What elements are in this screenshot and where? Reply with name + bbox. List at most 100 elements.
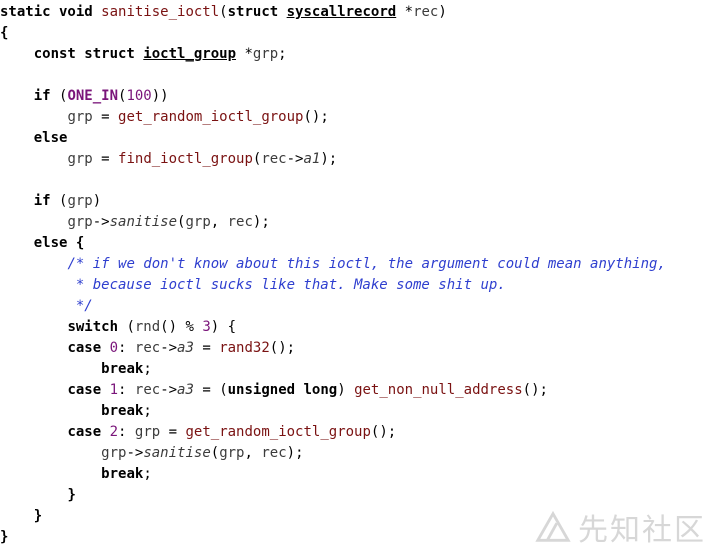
code-token: grp (67, 151, 93, 167)
code-token: if (33, 88, 51, 104)
code-token: -> (92, 214, 110, 230)
code-token: grp (185, 214, 211, 230)
code-line: if (grp) (0, 191, 720, 212)
code-token: { (0, 25, 9, 41)
code-token: ( (210, 445, 220, 461)
code-line: } (0, 485, 720, 506)
code-line: const struct ioctl_group *grp; (0, 44, 720, 65)
code-token: */ (75, 298, 93, 314)
xianzhi-logo-icon (535, 510, 571, 542)
code-line: else (0, 128, 720, 149)
code-token: grp (134, 424, 161, 440)
code-token: rec (261, 151, 287, 167)
code-line: * because ioctl sucks like that. Make so… (0, 275, 720, 296)
code-line: case 0: rec->a3 = rand32(); (0, 338, 720, 359)
code-token: ; (278, 46, 287, 62)
code-token: break (101, 466, 144, 482)
code-line: grp = find_ioctl_group(rec->a1); (0, 149, 720, 170)
code-line: switch (rnd() % 3) { (0, 317, 720, 338)
code-line: /* if we don't know about this ioctl, th… (0, 254, 720, 275)
code-token: rec (261, 445, 287, 461)
code-token: rec (413, 4, 439, 20)
code-token: grp (252, 46, 279, 62)
code-token: unsigned long (227, 382, 338, 398)
code-token: (); (370, 424, 397, 440)
code-token: ) (438, 4, 447, 20)
code-token: (); (269, 340, 296, 356)
code-token: ) (92, 193, 102, 209)
code-token: case (67, 340, 102, 356)
code-token: : (118, 340, 135, 356)
code-token: -> (126, 445, 144, 461)
code-token: * (236, 46, 253, 62)
code-token: get_non_null_address (354, 382, 523, 398)
code-token: grp (67, 109, 93, 125)
code-token: get_random_ioctl_group (185, 424, 371, 440)
code-token: * because ioctl sucks like that. Make so… (75, 277, 506, 293)
code-token: (); (522, 382, 548, 398)
code-line: break; (0, 401, 720, 422)
code-token: = (160, 424, 186, 440)
code-token: break (101, 361, 144, 377)
code-token: ( (118, 319, 135, 335)
code-token: a1 (303, 151, 321, 167)
code-token: break (101, 403, 144, 419)
code-token: : (118, 424, 135, 440)
code-token: ; (143, 403, 152, 419)
code-token: sanitise (143, 445, 211, 461)
code-token: rec (134, 382, 161, 398)
code-token: -> (286, 151, 304, 167)
code-token: 0 (109, 340, 119, 356)
code-block: static void sanitise_ioctl(struct syscal… (0, 2, 720, 548)
code-token: get_random_ioctl_group (118, 109, 304, 125)
code-token: ONE_IN (67, 88, 119, 104)
code-token: : (118, 382, 135, 398)
code-token: , (244, 445, 262, 461)
code-token: const struct (33, 46, 144, 62)
code-token: 3 (202, 319, 211, 335)
code-token: a3 (177, 340, 194, 356)
code-token: -> (160, 340, 178, 356)
code-token: -> (160, 382, 178, 398)
code-token: if (33, 193, 51, 209)
code-token: { (67, 235, 85, 251)
code-token: rand32 (219, 340, 270, 356)
code-token: } (33, 508, 43, 524)
code-token: grp (67, 193, 93, 209)
code-token: sanitise (109, 214, 178, 230)
code-token: ( (219, 4, 228, 20)
code-token: grp (219, 445, 245, 461)
code-token: rnd (134, 319, 161, 335)
code-token: /* if we don't know about this ioctl, th… (67, 256, 666, 272)
code-token: static void (0, 4, 102, 20)
code-token: case (67, 382, 102, 398)
code-token: )) (151, 88, 169, 104)
code-line: { (0, 23, 720, 44)
code-token: = ( (193, 382, 228, 398)
code-token: ioctl_group (143, 46, 237, 62)
code-token: ); (286, 445, 304, 461)
code-token: syscallrecord (286, 4, 397, 20)
code-token: switch (67, 319, 119, 335)
code-token: rec (227, 214, 253, 230)
code-token: ) { (210, 319, 237, 335)
